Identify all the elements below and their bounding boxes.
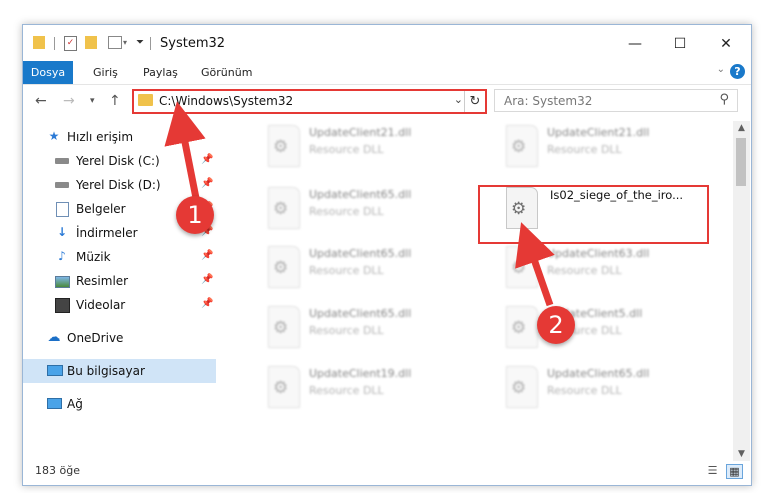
callout-badge-1: 1 xyxy=(176,196,214,234)
arrow-to-address-bar xyxy=(164,101,206,199)
annotation-arrows xyxy=(164,101,555,307)
arrow-to-selected-file xyxy=(515,222,555,307)
callout-badge-2: 2 xyxy=(537,306,575,344)
